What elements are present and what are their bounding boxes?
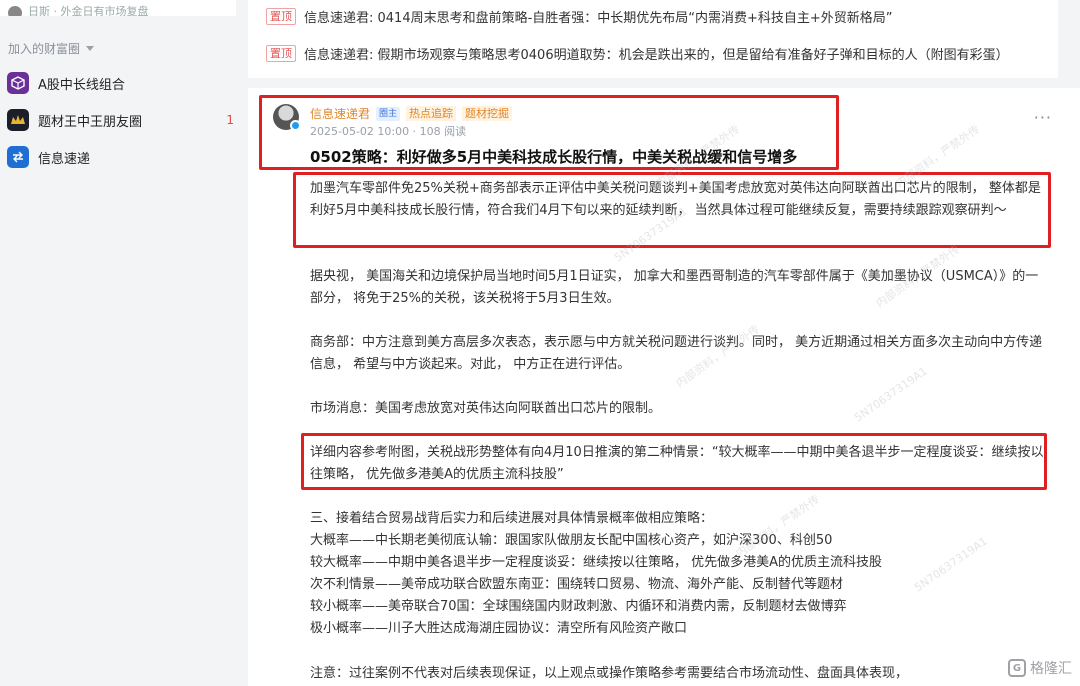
sidebar-item-label: A股中长线组合 — [38, 77, 125, 93]
brand-logo: G 格隆汇 — [1008, 658, 1072, 678]
post-paragraph: 商务部：中方注意到美方高层多次表态，表示愿与中方就关税问题进行谈判。同时， 美方… — [310, 335, 1043, 372]
unread-badge: 1 — [226, 113, 234, 127]
pinned-post-title: 信息速递君: 0414周末思考和盘前策略-自胜者强：中长期优先布局“内需消费+科… — [304, 11, 893, 26]
scenario-item: 较大概率——中期中美各退半步一定程度谈妥：继续按以往策略， 优先做多港美A的优质… — [310, 555, 883, 570]
pinned-tag: 置顶 — [266, 45, 296, 62]
main-feed: 置顶 信息速递君: 0414周末思考和盘前策略-自胜者强：中长期优先布局“内需消… — [248, 0, 1080, 686]
logo-text: 格隆汇 — [1030, 661, 1072, 677]
sidebar-item-theme-king-circle[interactable]: 题材王中王朋友圈 1 — [0, 103, 248, 137]
sidebar-item-a-share-portfolio[interactable]: A股中长线组合 — [0, 66, 248, 100]
highlight-box-summary — [293, 172, 1051, 248]
highlight-box-header — [259, 95, 839, 170]
exchange-icon — [7, 146, 29, 168]
more-options-icon[interactable]: ··· — [1034, 108, 1052, 127]
scenario-item: 极小概率——川子大胜达成海湖庄园协议：清空所有风险资产敞口 — [310, 621, 688, 636]
post-paragraph: 据央视， 美国海关和边境保护局当地时间5月1日证实， 加拿大和墨西哥制造的汽车零… — [310, 269, 1039, 306]
avatar — [8, 6, 22, 16]
pinned-post[interactable]: 置顶 信息速递君: 假期市场观察与策略思考0406明道取势：机会是跌出来的，但是… — [266, 44, 1009, 63]
sidebar: 日斯 · 外金日有市场复盘 加入的财富圈 A股中长线组合 题材王中王朋友圈 1 … — [0, 0, 248, 686]
pinned-post-title: 信息速递君: 假期市场观察与策略思考0406明道取势：机会是跌出来的，但是留给有… — [304, 48, 1009, 63]
pinned-post[interactable]: 置顶 信息速递君: 0414周末思考和盘前策略-自胜者强：中长期优先布局“内需消… — [266, 7, 893, 26]
chevron-down-icon — [86, 46, 95, 51]
post-note: 注意：过往案例不代表对后续表现保证，以上观点或操作策略参考需要结合市场流动性、盘… — [310, 666, 909, 681]
post-paragraph: 市场消息：美国考虑放宽对英伟达向阿联酋出口芯片的限制。 — [310, 401, 662, 416]
logo-icon: G — [1008, 659, 1026, 677]
scenario-item: 次不利情景——美帝成功联合欧盟东南亚：围绕转口贸易、物流、海外产能、反制替代等题… — [310, 577, 844, 592]
sidebar-item-label: 题材王中王朋友圈 — [38, 114, 143, 130]
sidebar-top-item[interactable]: 日斯 · 外金日有市场复盘 — [0, 0, 236, 16]
portfolio-icon — [7, 72, 29, 94]
scenario-item: 较小概率——美帝联合70国：全球围绕国内财政刺激、内循环和消费内需，反制题材去做… — [310, 599, 847, 614]
crown-icon — [7, 109, 29, 131]
post-card: 信息速递君 圈主 热点追踪 题材挖掘 2025-05-02 10:00 · 10… — [248, 88, 1080, 686]
pinned-posts: 置顶 信息速递君: 0414周末思考和盘前策略-自胜者强：中长期优先布局“内需消… — [248, 0, 1058, 78]
scenario-list: 三、接着结合贸易战背后实力和后续进展对具体情景概率做相应策略： 大概率——中长期… — [310, 508, 1050, 640]
joined-circles-header[interactable]: 加入的财富圈 — [8, 40, 95, 57]
scenario-item: 大概率——中长期老美彻底认输：跟国家队做朋友长配中国核心资产，如沪深300、科创… — [310, 533, 833, 548]
sidebar-top-label: 日斯 · 外金日有市场复盘 — [28, 5, 149, 16]
pinned-tag: 置顶 — [266, 8, 296, 25]
sidebar-item-info-express[interactable]: 信息速递 — [0, 140, 248, 174]
highlight-box-scenario — [301, 433, 1047, 490]
section-title: 加入的财富圈 — [8, 42, 81, 56]
scenario-header: 三、接着结合贸易战背后实力和后续进展对具体情景概率做相应策略： — [310, 511, 714, 526]
sidebar-item-label: 信息速递 — [38, 151, 91, 167]
